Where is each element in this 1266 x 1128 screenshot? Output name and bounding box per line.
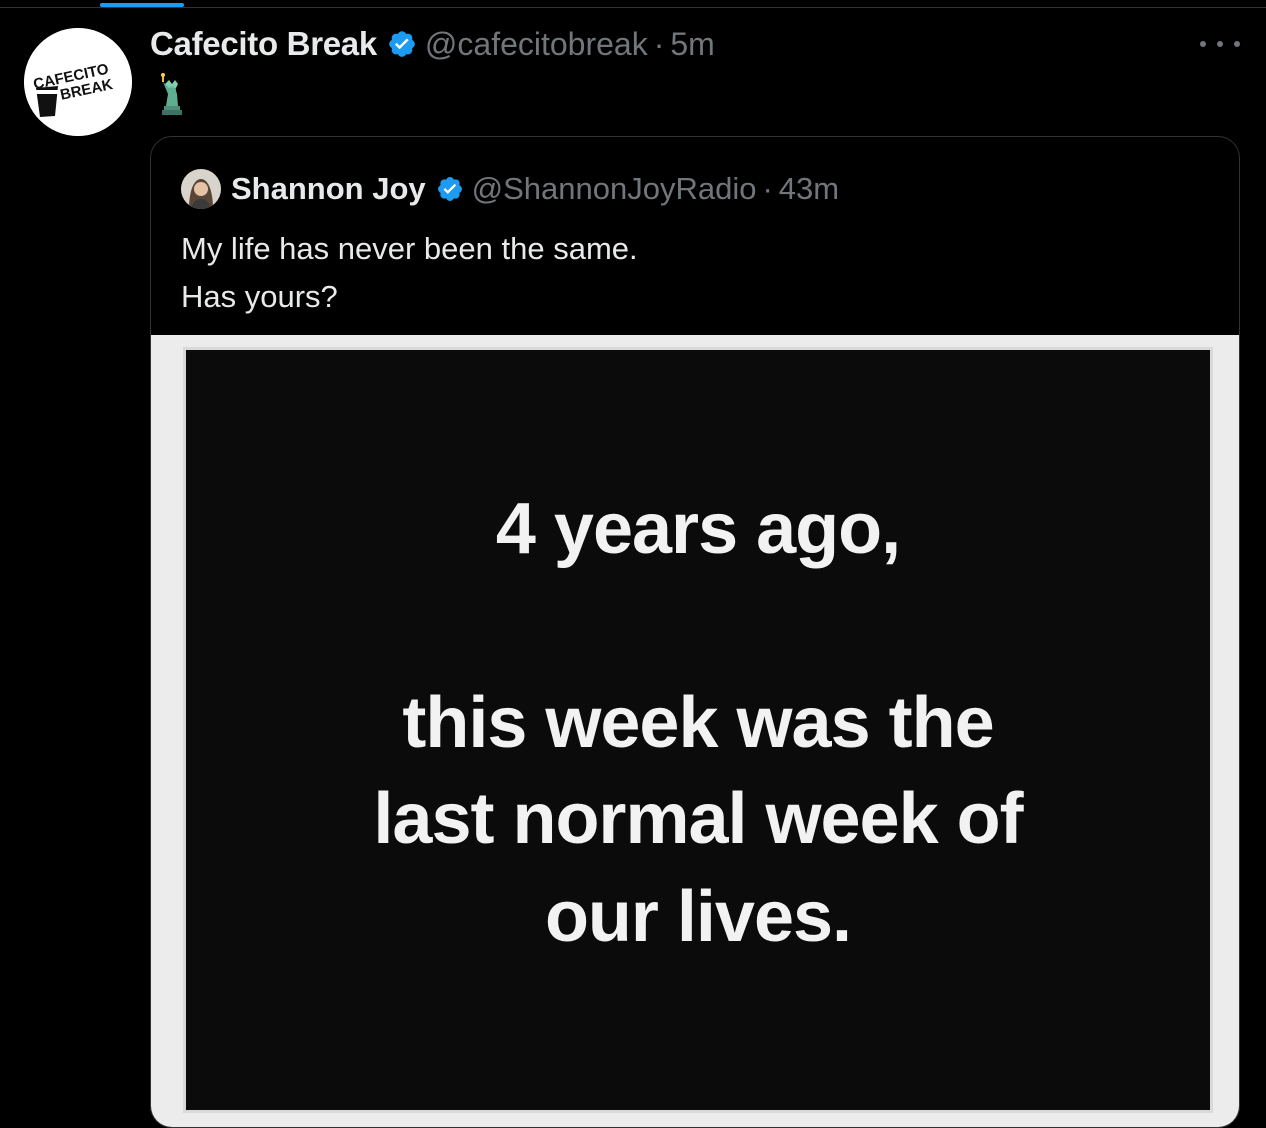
quote-text-line: Has yours? — [181, 279, 338, 314]
quote-author-handle[interactable]: @ShannonJoyRadio — [472, 171, 757, 207]
more-options-button[interactable] — [1200, 30, 1240, 58]
author-name[interactable]: Cafecito Break — [150, 25, 377, 63]
media-image: 4 years ago, this week was the last norm… — [183, 347, 1213, 1113]
author-handle[interactable]: @cafecitobreak — [425, 26, 648, 63]
verified-badge-icon — [436, 175, 464, 203]
separator-dot: · — [653, 25, 665, 62]
media-text-line: last normal week of — [373, 779, 1023, 859]
verified-badge-icon — [387, 29, 417, 59]
media-text-line: 4 years ago, — [495, 489, 901, 569]
media-text-line: our lives. — [544, 877, 852, 957]
quote-media[interactable]: 4 years ago, this week was the last norm… — [151, 335, 1239, 1127]
quote-text-line: My life has never been the same. — [181, 231, 638, 266]
quote-author-avatar[interactable] — [181, 169, 221, 209]
more-horizontal-icon — [1200, 41, 1206, 47]
tweet-header: Cafecito Break @cafecitobreak · 5m — [150, 22, 715, 66]
separator-dot: · — [762, 171, 773, 206]
active-tab-indicator — [100, 3, 184, 7]
cafecito-logo-icon: CAFECITO BREAK — [24, 28, 132, 136]
quote-author-name[interactable]: Shannon Joy — [231, 171, 426, 207]
media-text-line: this week was the — [402, 683, 994, 763]
top-divider — [0, 7, 1266, 8]
quoted-tweet[interactable]: Shannon Joy @ShannonJoyRadio · 43m My li… — [150, 136, 1240, 1128]
quote-header: Shannon Joy @ShannonJoyRadio · 43m — [181, 169, 839, 209]
tweet-time[interactable]: 5m — [670, 26, 714, 63]
quote-text: My life has never been the same. Has you… — [181, 225, 638, 321]
quote-time[interactable]: 43m — [779, 171, 839, 207]
statue-of-liberty-icon — [161, 73, 182, 115]
author-avatar[interactable]: CAFECITO BREAK — [24, 28, 132, 136]
